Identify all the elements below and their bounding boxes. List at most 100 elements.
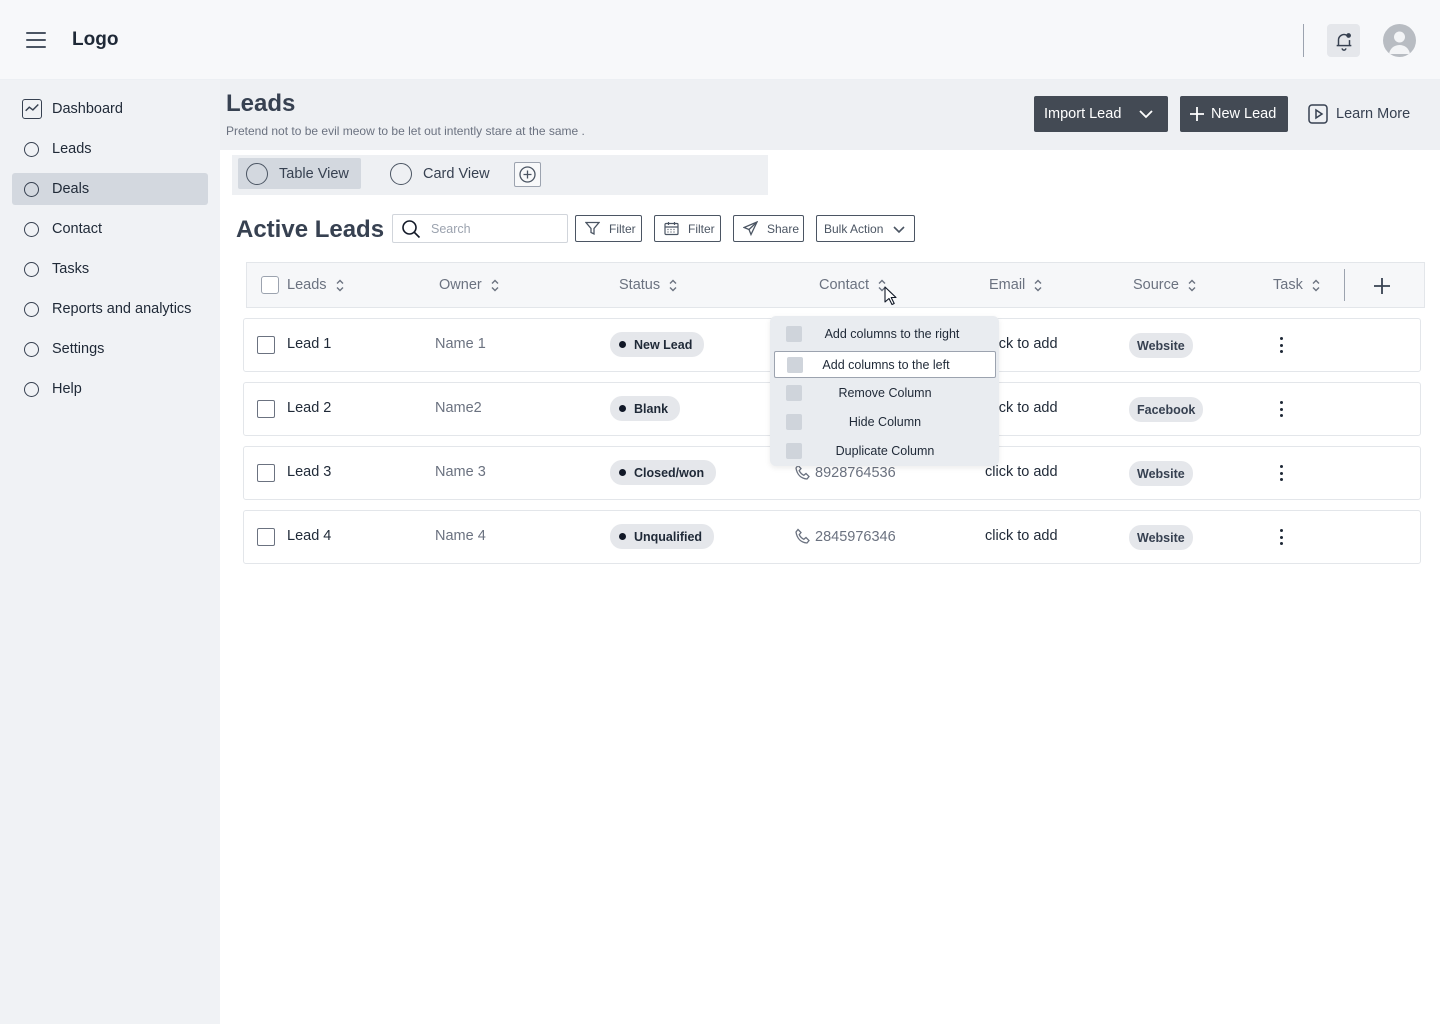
email-cell[interactable]: click to add bbox=[985, 528, 1058, 544]
more-options-icon[interactable] bbox=[1273, 526, 1289, 548]
select-all-checkbox[interactable] bbox=[261, 276, 279, 294]
topbar-divider bbox=[1303, 24, 1304, 57]
menu-item-duplicate-column[interactable]: Duplicate Column bbox=[774, 438, 996, 465]
menu-item-hide-column[interactable]: Hide Column bbox=[774, 409, 996, 436]
more-options-icon[interactable] bbox=[1273, 334, 1289, 356]
sidebar-item-settings[interactable]: Settings bbox=[12, 333, 208, 365]
top-bar: Logo bbox=[0, 0, 1440, 80]
tab-card-view[interactable]: Card View bbox=[382, 158, 502, 189]
search-box bbox=[392, 214, 568, 243]
import-lead-button[interactable]: Import Lead bbox=[1034, 96, 1168, 132]
column-header-task[interactable]: Task bbox=[1273, 277, 1320, 293]
page-title: Leads bbox=[226, 90, 296, 117]
learn-more-button[interactable]: Learn More bbox=[1308, 102, 1410, 126]
column-label: Source bbox=[1133, 277, 1179, 293]
add-view-button[interactable] bbox=[514, 162, 541, 187]
column-header-source[interactable]: Source bbox=[1133, 277, 1196, 293]
plus-icon bbox=[1190, 107, 1204, 121]
row-checkbox[interactable] bbox=[257, 528, 275, 546]
notifications-button[interactable] bbox=[1327, 24, 1360, 57]
contact-cell[interactable]: 2845976346 bbox=[794, 528, 896, 546]
source-badge: Facebook bbox=[1129, 397, 1204, 422]
filter-label: Filter bbox=[609, 221, 636, 236]
menu-item-label: Add columns to the left bbox=[822, 358, 950, 372]
lead-name[interactable]: Lead 1 bbox=[287, 336, 331, 352]
status-badge[interactable]: Blank bbox=[610, 396, 681, 421]
table-row[interactable]: Lead 4 Name 4 Unqualified 2845976346 cli… bbox=[243, 510, 1421, 564]
sidebar-item-dashboard[interactable]: Dashboard bbox=[12, 93, 208, 125]
sort-icon bbox=[1034, 279, 1042, 291]
lead-name[interactable]: Lead 4 bbox=[287, 528, 331, 544]
sidebar-item-leads[interactable]: Leads bbox=[12, 133, 208, 165]
sort-icon bbox=[1312, 279, 1320, 291]
hamburger-icon[interactable] bbox=[26, 32, 46, 48]
owner-name: Name 4 bbox=[435, 528, 486, 544]
status-badge[interactable]: Unqualified bbox=[610, 524, 715, 549]
new-lead-button[interactable]: New Lead bbox=[1180, 96, 1288, 132]
menu-item-add-columns-left[interactable]: Add columns to the left bbox=[774, 351, 996, 378]
circle-icon bbox=[24, 222, 39, 237]
sidebar-item-label: Settings bbox=[52, 341, 105, 357]
lead-name[interactable]: Lead 2 bbox=[287, 400, 331, 416]
tab-table-view[interactable]: Table View bbox=[238, 158, 361, 189]
search-icon bbox=[402, 219, 421, 238]
sidebar-item-tasks[interactable]: Tasks bbox=[12, 253, 208, 285]
sidebar-item-help[interactable]: Help bbox=[12, 373, 208, 405]
column-label: Status bbox=[619, 277, 661, 293]
row-checkbox[interactable] bbox=[257, 464, 275, 482]
user-avatar-icon[interactable] bbox=[1383, 24, 1416, 57]
phone-icon bbox=[795, 528, 810, 544]
lead-name[interactable]: Lead 3 bbox=[287, 464, 331, 480]
contact-cell[interactable]: 8928764536 bbox=[794, 464, 896, 482]
sort-icon bbox=[878, 279, 886, 291]
more-options-icon[interactable] bbox=[1273, 398, 1289, 420]
source-badge: Website bbox=[1129, 525, 1193, 550]
section-title: Active Leads bbox=[236, 216, 385, 243]
sidebar-item-reports[interactable]: Reports and analytics bbox=[12, 293, 208, 325]
column-header-leads[interactable]: Leads bbox=[287, 277, 344, 293]
column-label: Leads bbox=[287, 277, 327, 293]
row-checkbox[interactable] bbox=[257, 336, 275, 354]
chart-icon bbox=[22, 99, 42, 119]
learn-more-label: Learn More bbox=[1336, 106, 1411, 122]
table-header: Leads Owner Status Contact Email Source … bbox=[246, 262, 1425, 308]
sidebar-item-deals[interactable]: Deals bbox=[12, 173, 208, 205]
menu-item-remove-column[interactable]: Remove Column bbox=[774, 380, 996, 407]
column-header-contact[interactable]: Contact bbox=[819, 277, 886, 293]
column-header-owner[interactable]: Owner bbox=[439, 277, 499, 293]
filter-button[interactable]: Filter bbox=[575, 215, 642, 242]
new-lead-label: New Lead bbox=[1211, 106, 1277, 122]
column-context-menu: Add columns to the right Add columns to … bbox=[770, 316, 999, 466]
status-badge[interactable]: New Lead bbox=[610, 332, 705, 357]
sidebar-item-label: Leads bbox=[52, 141, 92, 157]
sort-icon bbox=[669, 279, 677, 291]
status-badge[interactable]: Closed/won bbox=[610, 460, 717, 485]
phone-icon bbox=[795, 464, 810, 480]
date-filter-button[interactable]: Filter bbox=[654, 215, 721, 242]
contact-phone: 2845976346 bbox=[815, 529, 896, 545]
sort-icon bbox=[1188, 279, 1196, 291]
email-cell[interactable]: click to add bbox=[985, 464, 1058, 480]
column-label: Email bbox=[989, 277, 1026, 293]
column-header-status[interactable]: Status bbox=[619, 277, 677, 293]
circle-icon bbox=[24, 182, 39, 197]
column-label: Owner bbox=[439, 277, 482, 293]
contact-phone: 8928764536 bbox=[815, 465, 896, 481]
send-icon bbox=[743, 221, 758, 236]
owner-name: Name 3 bbox=[435, 464, 486, 480]
add-column-icon[interactable] bbox=[1371, 275, 1393, 297]
column-divider bbox=[1344, 269, 1345, 301]
search-input[interactable] bbox=[431, 221, 551, 236]
share-button[interactable]: Share bbox=[733, 215, 804, 242]
sidebar-item-label: Dashboard bbox=[52, 101, 123, 117]
row-checkbox[interactable] bbox=[257, 400, 275, 418]
circle-icon bbox=[24, 302, 39, 317]
circle-icon bbox=[24, 142, 39, 157]
column-header-email[interactable]: Email bbox=[989, 277, 1042, 293]
sidebar-item-contact[interactable]: Contact bbox=[12, 213, 208, 245]
calendar-icon bbox=[664, 222, 679, 236]
menu-item-add-columns-right[interactable]: Add columns to the right bbox=[774, 321, 996, 348]
bulk-action-dropdown[interactable]: Bulk Action bbox=[816, 215, 915, 242]
more-options-icon[interactable] bbox=[1273, 462, 1289, 484]
menu-item-label: Hide Column bbox=[848, 415, 922, 429]
